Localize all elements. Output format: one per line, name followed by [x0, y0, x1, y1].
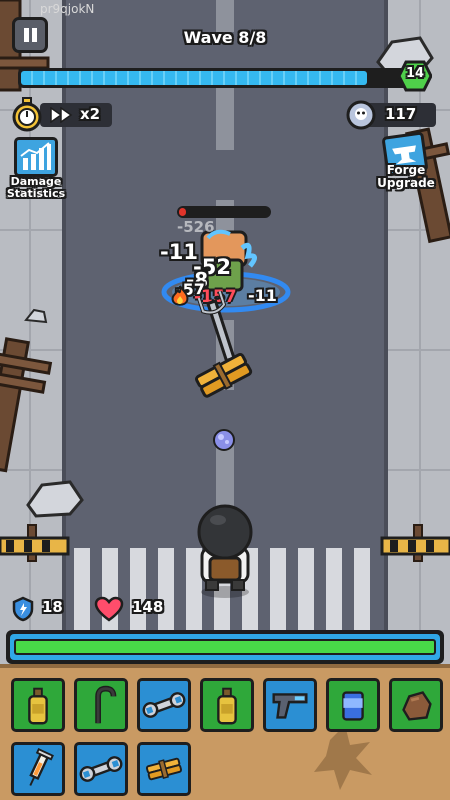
inventory-grid [0, 670, 450, 800]
forge-upgrade-label: Forge Upgrade [377, 163, 435, 190]
skull-coin-icon [346, 100, 376, 130]
inventory-slot[interactable] [11, 742, 65, 796]
wave-label: Wave 8/8 [183, 28, 267, 47]
stopwatch-icon[interactable] [10, 96, 44, 132]
player-character [197, 504, 253, 598]
energy-bar-fill [14, 639, 436, 655]
damage-number: -526 [177, 218, 215, 236]
bottle-icon [217, 687, 237, 725]
damage-statistics-button[interactable] [14, 137, 58, 177]
wave-progress-fill [21, 71, 367, 85]
inventory-slot[interactable] [200, 678, 254, 732]
health-value: 148 [132, 598, 164, 616]
damage-statistics-label: Damage Statistics [6, 175, 66, 200]
inventory-slot[interactable] [389, 678, 443, 732]
game-screen: pr9qjokN Wave 8/8 14 x2 117 Damage Stati… [0, 0, 450, 800]
level-number: 14 [405, 66, 425, 81]
rock-icon [402, 691, 432, 721]
watermark-text: pr9qjokN [40, 2, 95, 16]
energy-bar [6, 630, 444, 664]
energy-orb-projectile [213, 429, 235, 451]
dynamite-icon [145, 757, 183, 781]
can-icon [342, 691, 364, 721]
bottle-icon [28, 687, 48, 725]
cane-icon [95, 685, 117, 724]
inventory-slot[interactable] [137, 678, 191, 732]
inventory-slot[interactable] [263, 678, 317, 732]
wave-progress-bar [18, 68, 408, 88]
bar-chart-icon [20, 142, 51, 170]
inventory-slot[interactable] [74, 678, 128, 732]
heart-icon [94, 596, 124, 622]
inventory-slot[interactable] [74, 742, 128, 796]
shield-value: 18 [42, 598, 63, 616]
inventory-slot[interactable] [11, 678, 65, 732]
speed-multiplier: x2 [80, 105, 101, 123]
shield-icon [12, 596, 34, 622]
fast-forward-icon [50, 107, 73, 123]
wrench-icon [142, 692, 186, 718]
pistol-icon [272, 693, 308, 719]
wrench-icon [79, 756, 123, 782]
inventory-slot[interactable] [137, 742, 191, 796]
coin-amount: 117 [385, 105, 417, 123]
thrown-fork-dynamite [195, 290, 253, 398]
syringe-icon [29, 747, 54, 786]
inventory-slot[interactable] [326, 678, 380, 732]
